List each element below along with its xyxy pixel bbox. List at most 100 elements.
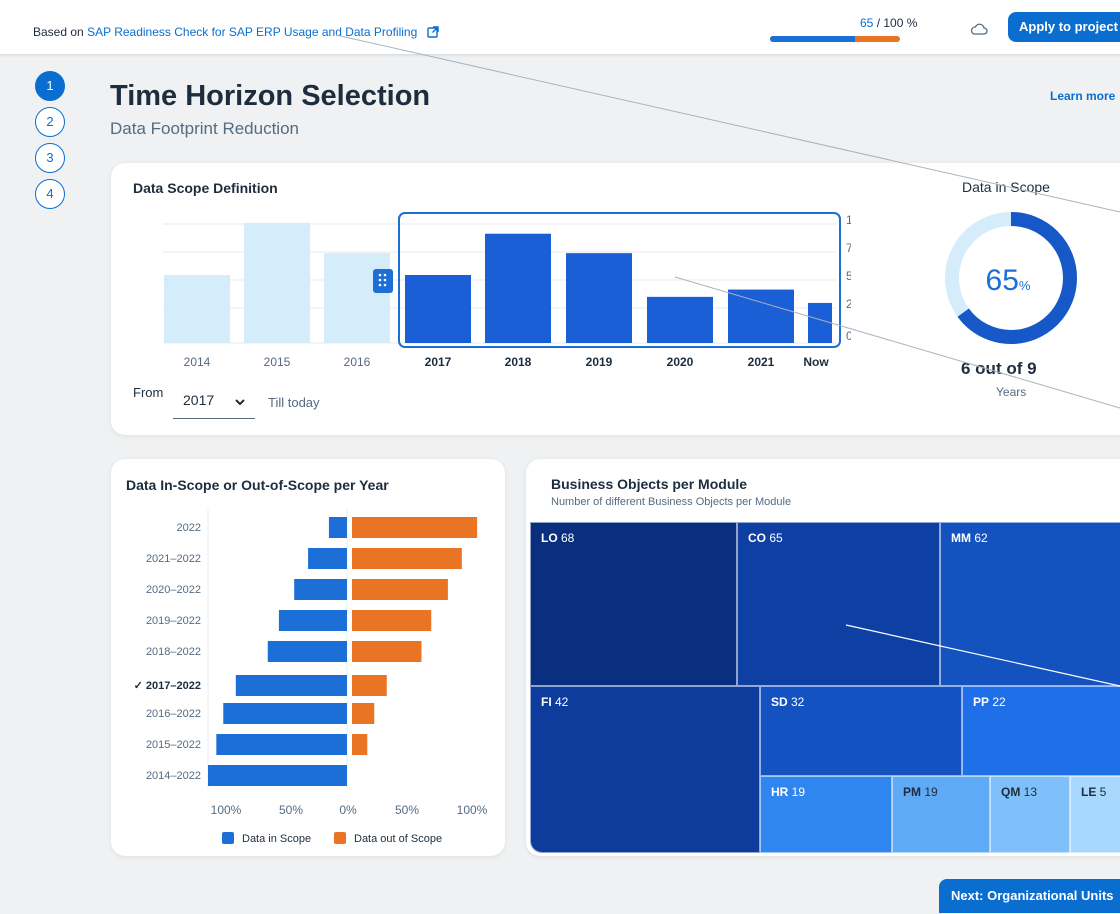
scope-y-tick: 50% (846, 269, 851, 283)
scope-bar (728, 289, 794, 343)
progress-fill (770, 36, 855, 42)
source-link[interactable]: SAP Readiness Check for SAP ERP Usage an… (87, 25, 417, 39)
scope-x-tick: 2016 (344, 355, 371, 369)
step-3[interactable]: 3 (35, 143, 65, 173)
step-2[interactable]: 2 (35, 107, 65, 137)
step-1[interactable]: 1 (35, 71, 65, 101)
out-scope-bar (352, 517, 478, 538)
treemap-cell-qm[interactable]: QM 13 (990, 776, 1070, 853)
module-count: 32 (787, 695, 805, 709)
progress-suffix: / 100 % (873, 16, 918, 30)
scope-bar (244, 222, 310, 343)
scope-per-year-chart: 2022 2021–2022 2020–2022 2019–2022 2018–2022… (134, 509, 488, 817)
handle-grip-dot (383, 273, 387, 277)
scope-bar (808, 302, 832, 343)
year-label: 2021–2022 (146, 553, 201, 565)
bo-card-title: Business Objects per Module (551, 476, 748, 492)
scope-y-tick: 75% (846, 241, 851, 255)
apply-to-project-button[interactable]: Apply to project (1008, 12, 1120, 42)
module-name: CO (748, 531, 766, 545)
progress-label: 65 / 100 % (860, 16, 917, 30)
next-organizational-units-button[interactable]: Next: Organizational Units (939, 879, 1120, 913)
scope-bar-chart[interactable]: 2014 2015 2016 2017 2018 2019 2020 2021 Now 100% 7… (111, 163, 851, 378)
learn-more-link[interactable]: Learn more (1050, 89, 1115, 103)
scope-x-tick: 2017 (425, 355, 452, 369)
till-today-label: Till today (268, 395, 320, 410)
scope-bar (566, 253, 632, 343)
scope-bar (405, 275, 471, 343)
data-scope-card: Data Scope Definition 2014 2015 2016 2017 20… (111, 163, 1120, 435)
scope-bar (485, 233, 551, 343)
source-prefix: Based on (33, 25, 84, 39)
module-count: 19 (921, 785, 938, 799)
scope-per-year-card: Data In-Scope or Out-of-Scope per Year 2… (111, 459, 505, 856)
treemap-cell-lo[interactable]: LO 68 (530, 522, 737, 686)
module-count: 65 (766, 531, 783, 545)
out-scope-bar (352, 641, 422, 662)
treemap-cell-fi[interactable]: FI 42 (530, 686, 760, 853)
in-scope-bar (216, 734, 347, 755)
module-name: HR (771, 785, 789, 799)
out-scope-bar (352, 548, 462, 569)
treemap-cell-mm[interactable]: MM 62 (940, 522, 1120, 686)
legend-out-label: Data out of Scope (354, 833, 443, 845)
out-scope-bar (352, 703, 375, 724)
treemap-cell-co[interactable]: CO 65 (737, 522, 940, 686)
scope-bar (324, 253, 390, 343)
scope-x-tick: 2014 (184, 355, 211, 369)
scope-x-tick: 2021 (748, 355, 775, 369)
page-subtitle: Data Footprint Reduction (110, 119, 299, 138)
in-scope-bar (308, 548, 347, 569)
module-name: LO (541, 531, 558, 545)
donut-value: 65% (986, 264, 1031, 297)
year-x-tick: 0% (339, 803, 357, 817)
in-scope-bar (328, 517, 347, 538)
chevron-down-icon (235, 393, 245, 409)
scope-x-tick: 2019 (586, 355, 613, 369)
from-year-value: 2017 (183, 392, 215, 408)
out-scope-bar (352, 610, 432, 631)
step-indicator: 1 2 3 4 (35, 71, 65, 215)
year-x-tick: 50% (279, 803, 303, 817)
scope-bar (164, 275, 230, 343)
module-name: PP (973, 695, 990, 709)
years-label: Years (996, 385, 1027, 399)
from-year-select[interactable]: 2017 (173, 382, 255, 419)
module-name: LE (1081, 785, 1097, 799)
in-scope-bar (235, 675, 347, 696)
year-label: 2016–2022 (146, 708, 201, 720)
year-label: 2018–2022 (146, 646, 201, 658)
year-label: 2014–2022 (146, 770, 201, 782)
in-scope-bar (294, 579, 347, 600)
from-label: From (133, 385, 164, 400)
years-count: 6 out of 9 (961, 359, 1037, 378)
treemap-cell-pm[interactable]: PM 19 (892, 776, 990, 853)
cloud-icon[interactable] (970, 22, 988, 40)
business-objects-card: Business Objects per Module Number of di… (526, 459, 1120, 856)
page-title: Time Horizon Selection (110, 80, 431, 112)
bo-card-subtitle: Number of different Business Objects per… (551, 496, 792, 508)
scope-x-tick: Now (803, 355, 829, 369)
module-count: 13 (1020, 785, 1038, 799)
legend-swatch-in (222, 832, 234, 844)
treemap-cell-sd[interactable]: SD 32 (760, 686, 962, 776)
treemap-cell-pp[interactable]: PP 22 (962, 686, 1120, 776)
year-x-tick: 50% (395, 803, 419, 817)
year-label: 2015–2022 (146, 739, 201, 751)
year-x-tick: 100% (457, 803, 488, 817)
year-label: ✓ 2017–2022 (134, 680, 201, 692)
treemap-cell-hr[interactable]: HR 19 (760, 776, 892, 853)
module-count: 68 (557, 531, 575, 545)
in-scope-bar (223, 703, 347, 724)
module-name: PM (903, 785, 921, 799)
module-count: 62 (971, 531, 988, 545)
handle-grip-dot (383, 283, 387, 287)
module-name: SD (771, 695, 788, 709)
treemap-cell-le[interactable]: LE 5 (1070, 776, 1120, 853)
scope-x-tick: 2020 (667, 355, 694, 369)
step-4[interactable]: 4 (35, 179, 65, 209)
legend-in-scope: Data in Scope (222, 832, 311, 845)
module-name: FI (541, 695, 552, 709)
scope-x-tick: 2018 (505, 355, 532, 369)
external-link-icon[interactable] (426, 26, 439, 41)
